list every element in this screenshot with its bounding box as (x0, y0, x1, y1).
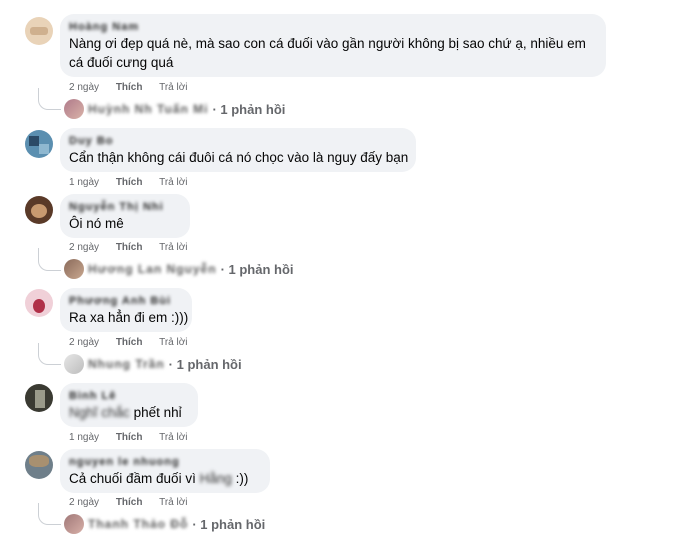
reply-author-names: Huỳnh Nh Tuấn Mi (88, 102, 209, 116)
comment-bubble: Phương Anh Bùi Ra xa hẳn đi em :))) (60, 288, 192, 332)
comment-author[interactable]: Duy Bo (69, 134, 406, 148)
comment-text-tail: :)) (235, 471, 249, 486)
comment-text: Cả chuối đầm đuối vì Hằng :)) (69, 469, 260, 488)
comment-text: cá đuối cưng quá (69, 55, 174, 70)
reply-author-names: Hương Lan Nguyễn (88, 262, 217, 276)
blurred-text: Nghĩ chắc (69, 405, 130, 420)
thread-line (38, 248, 61, 271)
comment-time[interactable]: 2 ngày (69, 337, 99, 348)
reply-button[interactable]: Trả lời (159, 337, 187, 348)
comment-time[interactable]: 2 ngày (69, 497, 99, 508)
comment-actions: 2 ngày Thích Trả lời (69, 337, 202, 348)
like-button[interactable]: Thích (116, 432, 143, 443)
comment-actions: 1 ngày Thích Trả lời (69, 177, 202, 188)
blurred-text: Hằng (199, 471, 232, 486)
comment-text: Ra xa hẳn đi em :))) (69, 310, 189, 325)
comment-text: Ôi nó mê (69, 216, 124, 231)
comment-text-tail: phết nhỉ (133, 405, 182, 420)
like-button[interactable]: Thích (116, 337, 143, 348)
thread-line (38, 503, 61, 525)
like-button[interactable]: Thích (116, 82, 143, 93)
avatar[interactable] (25, 196, 53, 224)
reply-author-names: Thanh Thảo Đỗ (88, 517, 189, 531)
reply-button[interactable]: Trả lời (159, 242, 187, 253)
comment-bubble: nguyen le nhuong Cả chuối đầm đuối vì Hằ… (60, 449, 270, 493)
comment-actions: 2 ngày Thích Trả lời (69, 242, 202, 253)
replies-link[interactable]: Huỳnh Nh Tuấn Mi · 1 phản hồi (64, 99, 285, 119)
comment-author[interactable]: Nguyễn Thị Nhi (69, 200, 180, 214)
replies-link[interactable]: Thanh Thảo Đỗ · 1 phản hồi (64, 514, 265, 534)
reply-button[interactable]: Trả lời (159, 497, 187, 508)
comment-text: Nghĩ chắc phết nhỉ (69, 403, 188, 422)
avatar (64, 514, 84, 534)
comment-actions: 2 ngày Thích Trả lời (69, 82, 202, 93)
reply-button[interactable]: Trả lời (159, 432, 187, 443)
reply-button[interactable]: Trả lời (159, 82, 187, 93)
like-button[interactable]: Thích (116, 497, 143, 508)
like-button[interactable]: Thích (116, 242, 143, 253)
comment-time[interactable]: 2 ngày (69, 82, 99, 93)
comment-text: Nàng ơi đẹp quá nè, mà sao con cá đuối v… (69, 36, 586, 51)
comment-bubble: Hoàng Nam Nàng ơi đẹp quá nè, mà sao con… (60, 14, 606, 77)
comment-actions: 1 ngày Thích Trả lời (69, 432, 202, 443)
comment-text: Cẩn thận không cái đuôi cá nó chọc vào l… (69, 150, 409, 165)
reply-count[interactable]: · 1 phản hồi (221, 262, 294, 277)
replies-link[interactable]: Nhung Trần · 1 phản hồi (64, 354, 242, 374)
avatar[interactable] (25, 130, 53, 158)
reply-count[interactable]: · 1 phản hồi (212, 102, 285, 117)
comment-author[interactable]: Phương Anh Bùi (69, 294, 182, 308)
comment-author[interactable]: Hoàng Nam (69, 20, 596, 34)
avatar (64, 259, 84, 279)
thread-line (38, 343, 61, 365)
comment-time[interactable]: 2 ngày (69, 242, 99, 253)
comment-bubble: Nguyễn Thị Nhi Ôi nó mê (60, 194, 190, 238)
avatar[interactable] (25, 384, 53, 412)
comment-author[interactable]: nguyen le nhuong (69, 455, 260, 469)
avatar[interactable] (25, 451, 53, 479)
reply-button[interactable]: Trả lời (159, 177, 187, 188)
replies-link[interactable]: Hương Lan Nguyễn · 1 phản hồi (64, 259, 294, 279)
like-button[interactable]: Thích (116, 177, 143, 188)
comment-bubble: Bình Lê Nghĩ chắc phết nhỉ (60, 383, 198, 427)
reply-author-names: Nhung Trần (88, 357, 165, 371)
avatar (64, 99, 84, 119)
comment-text-head: Cả chuối đầm đuối vì (69, 471, 196, 486)
comment-time[interactable]: 1 ngày (69, 177, 99, 188)
reply-count[interactable]: · 1 phản hồi (169, 357, 242, 372)
avatar[interactable] (25, 289, 53, 317)
avatar (64, 354, 84, 374)
comment-time[interactable]: 1 ngày (69, 432, 99, 443)
avatar[interactable] (25, 17, 53, 45)
comment-bubble: Duy Bo Cẩn thận không cái đuôi cá nó chọ… (60, 128, 416, 172)
comment-author[interactable]: Bình Lê (69, 389, 188, 403)
comment-actions: 2 ngày Thích Trả lời (69, 497, 202, 508)
thread-line (38, 88, 61, 110)
reply-count[interactable]: · 1 phản hồi (192, 517, 265, 532)
